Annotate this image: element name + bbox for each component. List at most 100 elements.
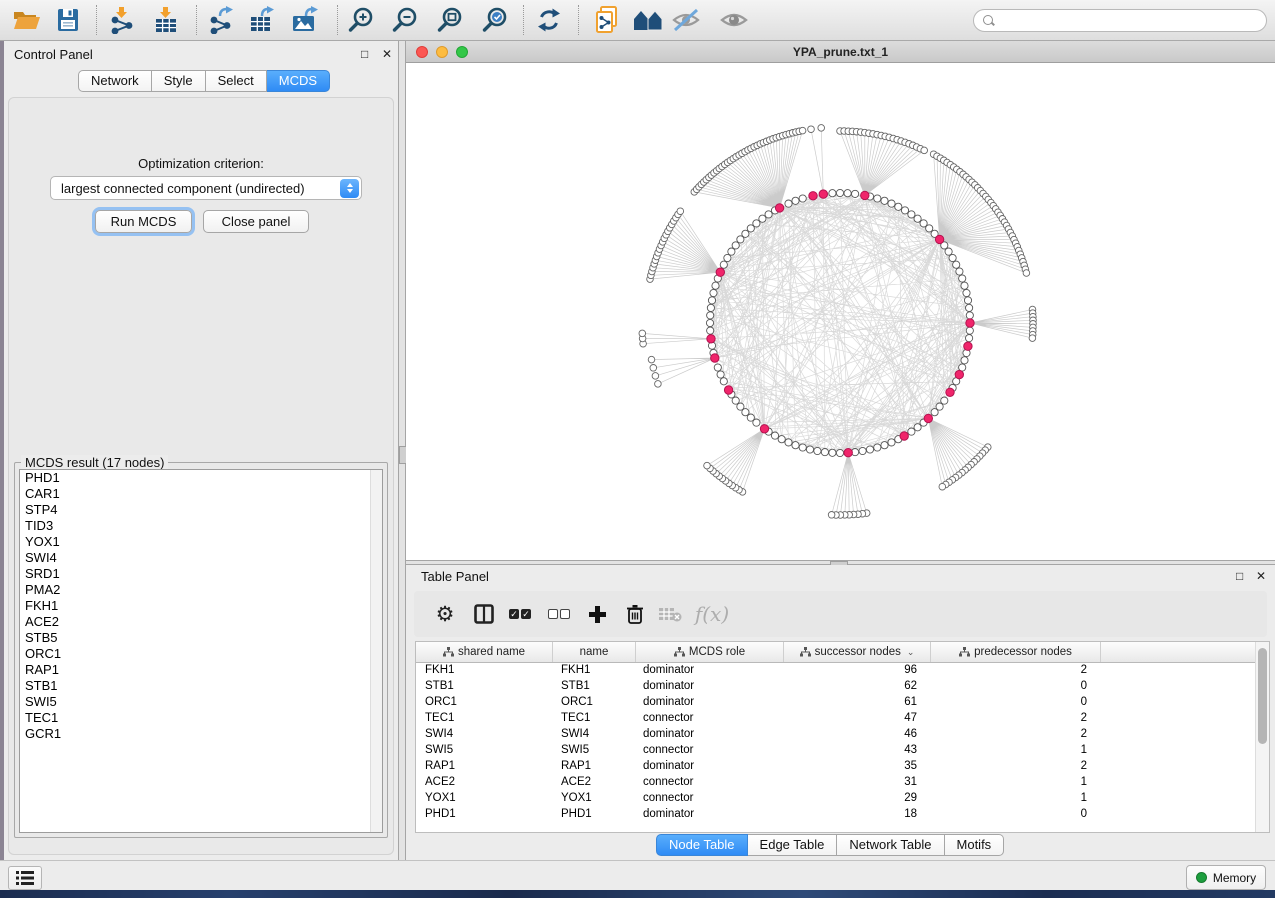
tab-node-table[interactable]: Node Table [656,834,748,856]
table-cell[interactable]: ORC1 [553,694,636,710]
float-table-panel-icon[interactable]: □ [1236,570,1243,582]
scrollbar-thumb[interactable] [1258,648,1267,744]
task-history-button[interactable] [8,866,42,890]
table-cell[interactable]: connector [636,790,784,806]
mcds-result-item[interactable]: SRD1 [20,566,382,582]
tab-select[interactable]: Select [206,70,267,92]
table-row[interactable]: YOX1YOX1connector291 [416,790,1256,806]
table-cell[interactable]: YOX1 [553,790,636,806]
add-entry-icon[interactable] [581,598,613,630]
table-cell[interactable]: 0 [931,806,1101,822]
column-header-name[interactable]: name [553,642,636,662]
tab-network[interactable]: Network [78,70,152,92]
table-cell[interactable]: connector [636,710,784,726]
table-cell[interactable]: 31 [784,774,931,790]
table-cell[interactable]: STB1 [553,678,636,694]
table-cell[interactable]: TEC1 [416,710,553,726]
import-network-icon[interactable] [104,3,140,37]
table-settings-icon[interactable]: ⚙ [429,598,461,630]
show-all-icon[interactable] [716,3,752,37]
table-row[interactable]: ACE2ACE2connector311 [416,774,1256,790]
table-cell[interactable]: 46 [784,726,931,742]
mcds-result-item[interactable]: SWI4 [20,550,382,566]
table-row[interactable]: RAP1RAP1dominator352 [416,758,1256,774]
table-cell[interactable]: dominator [636,694,784,710]
table-cell[interactable]: 2 [931,710,1101,726]
mcds-result-item[interactable]: RAP1 [20,662,382,678]
table-row[interactable]: TEC1TEC1connector472 [416,710,1256,726]
run-mcds-button[interactable]: Run MCDS [95,210,192,233]
table-row[interactable]: SWI4SWI4dominator462 [416,726,1256,742]
hide-selected-icon[interactable] [668,3,704,37]
sort-menu-icon[interactable]: ⌄ [907,647,915,658]
open-session-icon[interactable] [8,3,44,37]
table-cell[interactable]: ACE2 [553,774,636,790]
table-cell[interactable]: RAP1 [416,758,553,774]
mcds-result-item[interactable]: TEC1 [20,710,382,726]
table-cell[interactable]: 0 [931,678,1101,694]
table-cell[interactable]: STB1 [416,678,553,694]
mcds-result-item[interactable]: PMA2 [20,582,382,598]
table-cell[interactable]: FKH1 [416,662,553,678]
table-cell[interactable]: 1 [931,742,1101,758]
mcds-result-item[interactable]: PHD1 [20,470,382,486]
mcds-result-item[interactable]: TID3 [20,518,382,534]
tab-style[interactable]: Style [152,70,206,92]
mcds-result-item[interactable]: FKH1 [20,598,382,614]
duplicate-network-icon[interactable] [590,3,626,37]
select-all-icon[interactable]: ✓✓ [504,598,536,630]
table-cell[interactable]: connector [636,774,784,790]
tab-network-table[interactable]: Network Table [837,834,944,856]
table-cell[interactable]: 43 [784,742,931,758]
network-canvas[interactable] [406,63,1275,560]
mcds-result-item[interactable]: STP4 [20,502,382,518]
export-network-icon[interactable] [203,3,239,37]
table-cell[interactable]: 2 [931,726,1101,742]
mcds-result-item[interactable]: STB5 [20,630,382,646]
import-table-icon[interactable] [148,3,184,37]
table-cell[interactable]: connector [636,742,784,758]
zoom-out-icon[interactable] [387,3,423,37]
table-scrollbar[interactable] [1255,642,1269,832]
function-builder-icon[interactable]: f(x) [692,598,732,630]
close-table-panel-icon[interactable]: ✕ [1256,570,1266,582]
table-row[interactable]: STB1STB1dominator620 [416,678,1256,694]
table-cell[interactable]: 35 [784,758,931,774]
delete-table-icon[interactable] [654,598,686,630]
table-cell[interactable]: 96 [784,662,931,678]
table-row[interactable]: PHD1PHD1dominator180 [416,806,1256,822]
tab-mcds[interactable]: MCDS [267,70,330,92]
table-cell[interactable]: PHD1 [553,806,636,822]
deselect-all-icon[interactable] [543,598,575,630]
column-header-MCDS-role[interactable]: MCDS role [636,642,784,662]
close-panel-button[interactable]: Close panel [203,210,309,233]
table-cell[interactable]: ORC1 [416,694,553,710]
table-cell[interactable]: SWI4 [416,726,553,742]
table-row[interactable]: ORC1ORC1dominator610 [416,694,1256,710]
tab-motifs[interactable]: Motifs [945,834,1005,856]
column-header-successor-nodes[interactable]: successor nodes⌄ [784,642,931,662]
mcds-result-item[interactable]: ACE2 [20,614,382,630]
zoom-in-icon[interactable] [343,3,379,37]
table-cell[interactable]: ACE2 [416,774,553,790]
table-cell[interactable]: 62 [784,678,931,694]
table-cell[interactable]: 29 [784,790,931,806]
table-cell[interactable]: 2 [931,662,1101,678]
column-header-predecessor-nodes[interactable]: predecessor nodes [931,642,1101,662]
vertical-splitter[interactable] [398,41,406,860]
table-cell[interactable]: SWI5 [416,742,553,758]
show-columns-icon[interactable] [468,598,500,630]
table-cell[interactable]: SWI5 [553,742,636,758]
table-cell[interactable]: SWI4 [553,726,636,742]
table-cell[interactable]: dominator [636,806,784,822]
window-minimize-icon[interactable] [436,46,448,58]
mcds-result-item[interactable]: STB1 [20,678,382,694]
save-session-icon[interactable] [50,3,86,37]
window-maximize-icon[interactable] [456,46,468,58]
table-cell[interactable]: 18 [784,806,931,822]
memory-button[interactable]: Memory [1186,865,1266,890]
table-cell[interactable]: YOX1 [416,790,553,806]
table-cell[interactable]: dominator [636,758,784,774]
mcds-result-list[interactable]: PHD1CAR1STP4TID3YOX1SWI4SRD1PMA2FKH1ACE2… [19,469,383,833]
column-header-shared-name[interactable]: shared name [416,642,553,662]
